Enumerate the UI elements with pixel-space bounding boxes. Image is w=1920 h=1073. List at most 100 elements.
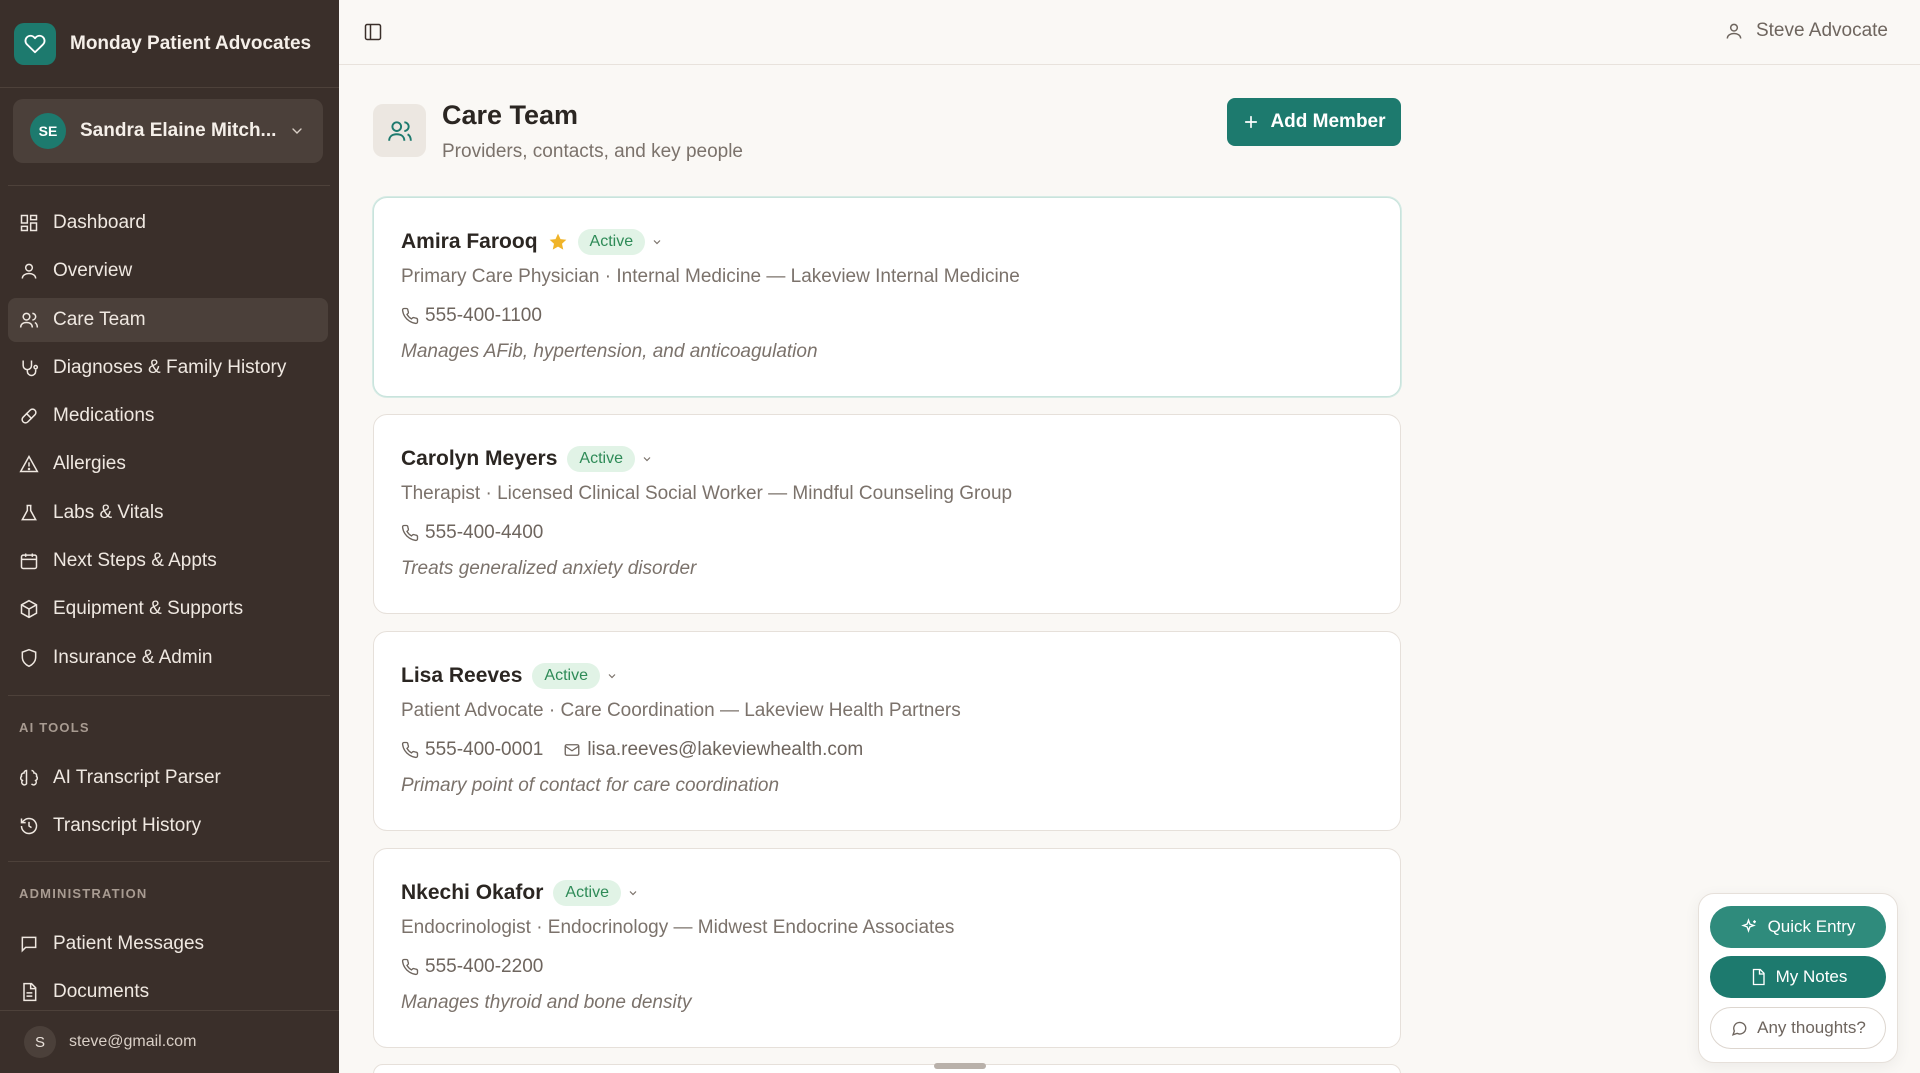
nav-item-labs[interactable]: Labs & Vitals (8, 491, 328, 535)
brand: Monday Patient Advocates (0, 0, 339, 88)
nav-item-insurance[interactable]: Insurance & Admin (8, 636, 328, 680)
floating-actions: Quick Entry My Notes Any thoughts? (1698, 893, 1898, 1063)
nav-item-next-steps[interactable]: Next Steps & Appts (8, 539, 328, 583)
nav-item-care-team[interactable]: Care Team (8, 297, 328, 342)
nav-item-ai-transcript-parser[interactable]: AI Transcript Parser (8, 756, 328, 800)
member-name: Amira Farooq (401, 230, 538, 253)
page-subtitle: Providers, contacts, and key people (442, 141, 744, 162)
mail-icon (564, 744, 580, 756)
status-badge[interactable]: Active (567, 446, 635, 472)
topbar: Steve Advocate (339, 0, 1920, 65)
member-card[interactable]: Nkechi Okafor Active Endocrinologist · E… (373, 848, 1401, 1048)
chevron-down-icon (292, 128, 302, 134)
user-menu[interactable]: Steve Advocate (1724, 20, 1888, 42)
status-badge[interactable]: Active (577, 229, 646, 255)
member-card-partial[interactable] (373, 1064, 1401, 1073)
member-phone[interactable]: 555-400-4400 (425, 522, 543, 544)
chat-bubble-icon (1732, 1021, 1747, 1036)
chevron-down-icon[interactable] (651, 236, 663, 248)
member-role: Endocrinologist · Endocrinology — Midwes… (401, 917, 955, 938)
nav-label: Overview (53, 260, 133, 282)
member-card[interactable]: Lisa Reeves Active Patient Advocate · Ca… (373, 631, 1401, 831)
nav-label: Transcript History (53, 815, 202, 837)
member-note: Treats generalized anxiety disorder (401, 558, 697, 579)
member-phone[interactable]: 555-400-2200 (425, 956, 543, 978)
patient-selector[interactable]: SE Sandra Elaine Mitch... (13, 99, 323, 163)
member-card[interactable]: Carolyn Meyers Active Therapist · Licens… (373, 414, 1401, 614)
member-card[interactable]: Amira Farooq Active Primary Care Physici… (373, 197, 1401, 397)
patient-name: Sandra Elaine Mitch... (80, 120, 277, 141)
member-name: Nkechi Okafor (401, 881, 544, 904)
chevron-down-icon[interactable] (606, 670, 618, 682)
chevron-down-icon[interactable] (627, 887, 639, 899)
shield-icon (21, 648, 37, 667)
nav-item-medications[interactable]: Medications (8, 394, 328, 438)
brain-icon (20, 769, 38, 786)
divider (8, 861, 330, 862)
nav-item-patient-messages[interactable]: Patient Messages (8, 922, 328, 966)
member-phone[interactable]: 555-400-0001 (425, 739, 543, 761)
sidebar-toggle-button[interactable] (363, 22, 383, 42)
document-icon (23, 983, 37, 1002)
add-member-label: Add Member (1270, 111, 1386, 132)
member-email[interactable]: lisa.reeves@lakeviewhealth.com (587, 739, 863, 761)
admin-nav: Patient Messages Documents (8, 922, 328, 1019)
status-badge[interactable]: Active (553, 880, 621, 906)
nav-label: Patient Messages (53, 933, 205, 954)
page-title: Care Team (442, 100, 579, 130)
member-name: Carolyn Meyers (401, 447, 558, 470)
care-team-list: Amira Farooq Active Primary Care Physici… (373, 197, 1401, 1065)
users-icon (19, 312, 39, 328)
nav-item-transcript-history[interactable]: Transcript History (8, 804, 328, 848)
member-name: Lisa Reeves (401, 664, 523, 687)
member-note: Manages thyroid and bone density (401, 992, 692, 1013)
phone-icon (401, 958, 419, 976)
pill-icon (21, 408, 37, 424)
history-icon (20, 818, 38, 835)
nav-label: Dashboard (53, 212, 146, 233)
main-nav: Dashboard Overview Care Team Diagnoses &… (8, 201, 328, 684)
warning-icon (19, 455, 39, 473)
nav-item-diagnoses[interactable]: Diagnoses & Family History (8, 346, 328, 390)
flask-icon (21, 504, 37, 521)
nav-label: Insurance & Admin (53, 646, 213, 668)
nav-item-allergies[interactable]: Allergies (8, 442, 328, 486)
sidebar-toggle-icon (364, 23, 382, 41)
add-member-button[interactable]: Add Member (1227, 98, 1401, 146)
phone-icon (401, 524, 419, 542)
note-icon (1752, 968, 1765, 986)
nav-item-overview[interactable]: Overview (8, 249, 328, 293)
member-note: Manages AFib, hypertension, and anticoag… (401, 341, 818, 362)
nav-label: Documents (53, 981, 150, 1003)
app-name: Monday Patient Advocates (70, 32, 312, 54)
nav-label: Medications (53, 405, 155, 427)
star-icon[interactable] (548, 232, 568, 252)
current-user[interactable]: S steve@gmail.com (0, 1010, 339, 1073)
user-icon (1726, 23, 1742, 39)
nav-item-documents[interactable]: Documents (8, 970, 328, 1014)
my-notes-label: My Notes (1775, 967, 1848, 986)
feedback-button[interactable]: Any thoughts? (1710, 1007, 1886, 1049)
quick-entry-label: Quick Entry (1767, 917, 1856, 936)
heart-logo-icon (14, 22, 56, 65)
chevron-down-icon[interactable] (641, 453, 653, 465)
phone-icon (401, 307, 419, 325)
sidebar: Monday Patient Advocates SE Sandra Elain… (0, 0, 339, 1073)
status-badge[interactable]: Active (532, 663, 600, 689)
nav-label: AI Transcript Parser (53, 767, 221, 788)
scroll-handle[interactable] (934, 1063, 986, 1069)
my-notes-button[interactable]: My Notes (1710, 956, 1886, 998)
user-email: steve@gmail.com (69, 1033, 197, 1050)
user-name: Steve Advocate (1755, 20, 1888, 41)
member-role: Primary Care Physician · Internal Medici… (401, 266, 1020, 287)
nav-item-dashboard[interactable]: Dashboard (8, 201, 328, 245)
section-label-administration: ADMINISTRATION (19, 886, 148, 901)
member-phone[interactable]: 555-400-1100 (425, 305, 542, 327)
nav-item-equipment[interactable]: Equipment & Supports (8, 587, 328, 631)
nav-label: Allergies (53, 453, 126, 475)
feedback-label: Any thoughts? (1757, 1018, 1866, 1037)
calendar-icon (20, 553, 38, 570)
member-note: Primary point of contact for care coordi… (401, 775, 780, 796)
quick-entry-button[interactable]: Quick Entry (1710, 906, 1886, 948)
ai-tools-nav: AI Transcript Parser Transcript History (8, 756, 328, 853)
